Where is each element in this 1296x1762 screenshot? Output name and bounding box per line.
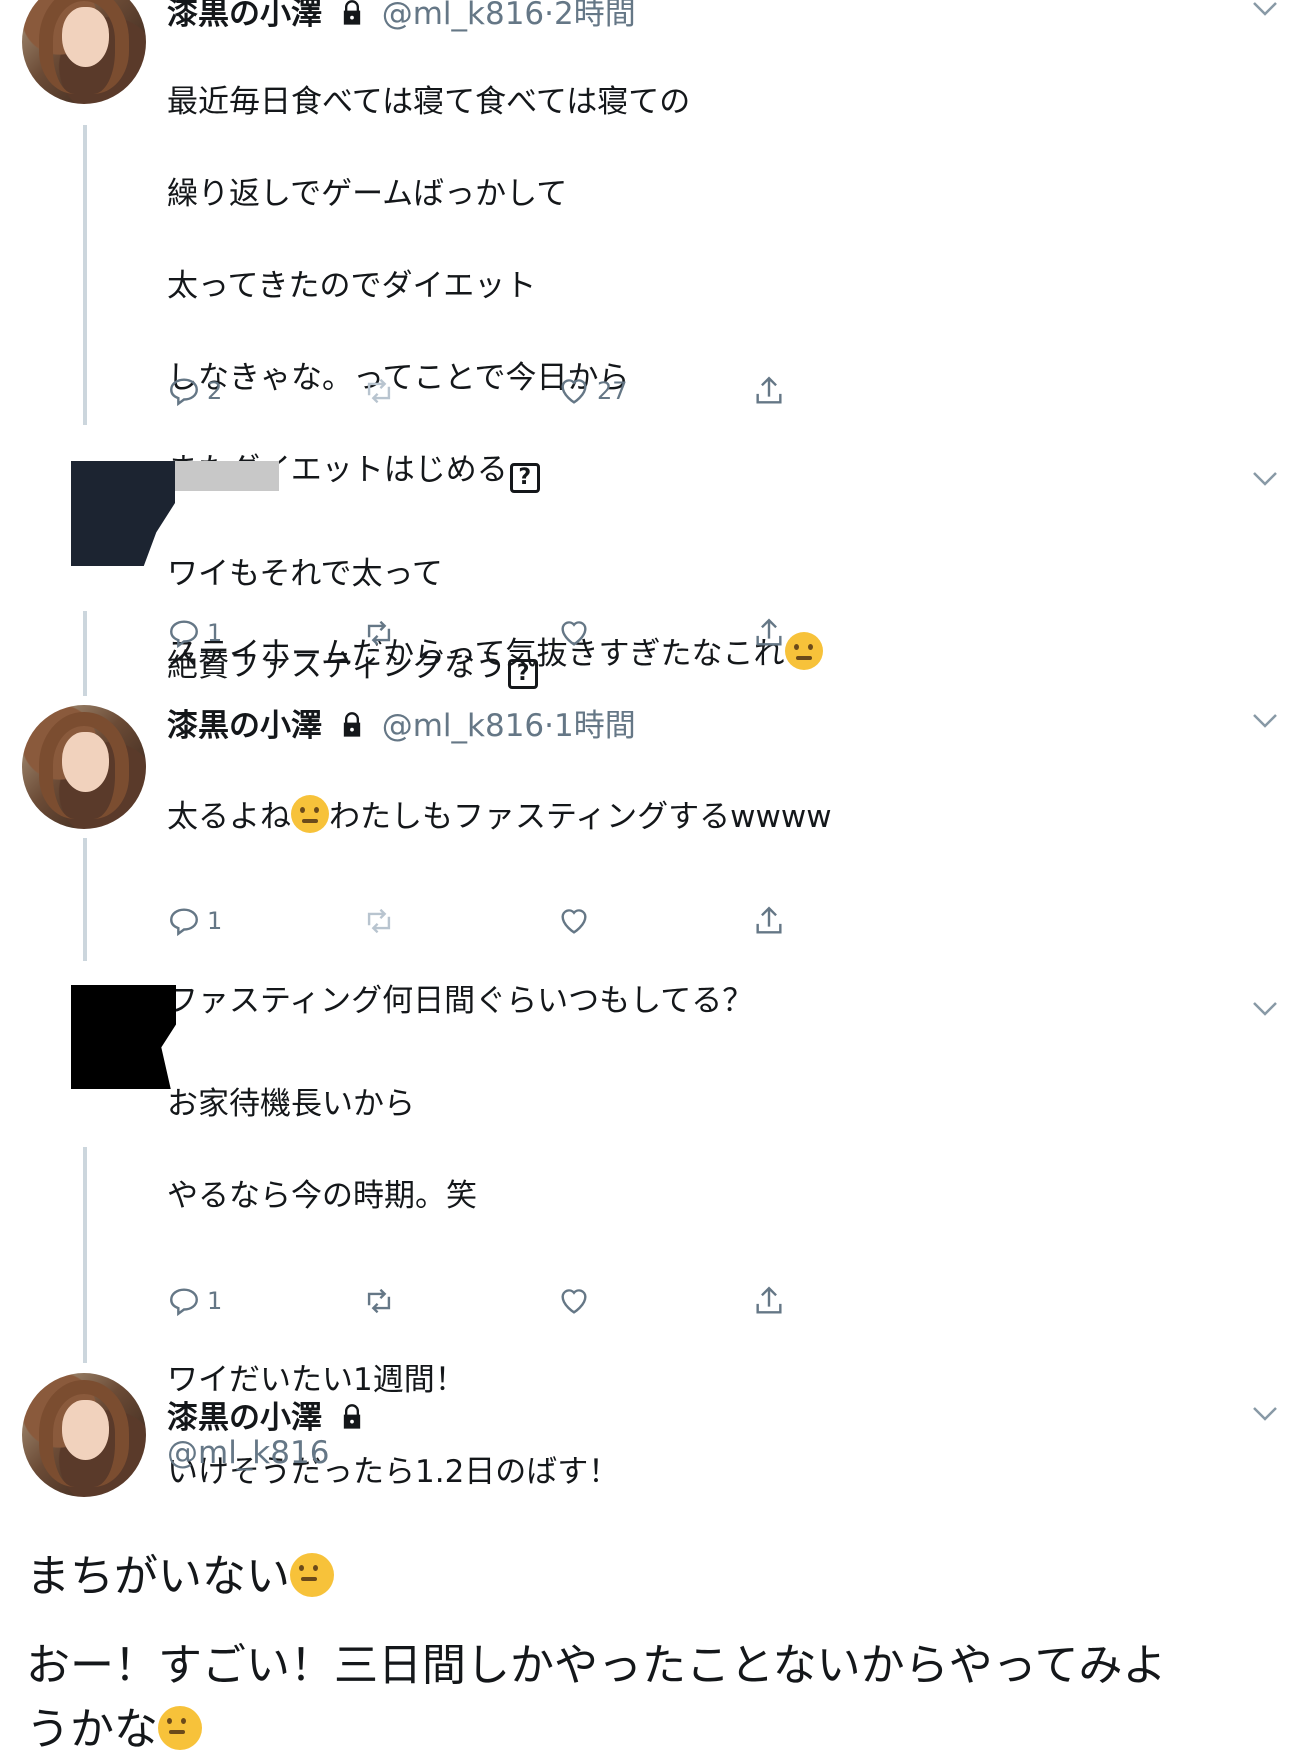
chevron-down-icon[interactable] bbox=[1252, 1000, 1278, 1018]
retweet-icon bbox=[367, 620, 391, 646]
retweet-button[interactable] bbox=[362, 613, 396, 653]
share-button[interactable] bbox=[752, 901, 786, 941]
retweet-icon bbox=[367, 378, 391, 404]
comment-line: うかな bbox=[26, 1704, 158, 1755]
reply-button[interactable]: 1 bbox=[167, 901, 222, 941]
tweet-actions: 2 27 bbox=[167, 371, 817, 411]
display-name[interactable]: 漆黒の小澤 bbox=[167, 708, 322, 744]
lock-icon bbox=[343, 1404, 361, 1429]
text-line: 太るよね bbox=[167, 799, 291, 835]
text-line: 最近毎日食べては寝て食べては寝ての bbox=[167, 84, 691, 120]
reply-button[interactable]: 2 bbox=[167, 371, 222, 411]
timestamp[interactable]: ·1時間 bbox=[544, 708, 636, 744]
like-button[interactable] bbox=[557, 901, 591, 941]
retweet-icon bbox=[367, 1288, 391, 1314]
chevron-down-icon[interactable] bbox=[1252, 470, 1278, 488]
heart-icon bbox=[561, 621, 587, 646]
text-line: わたしもファスティングするwwww bbox=[329, 799, 832, 835]
like-button[interactable]: 27 bbox=[557, 371, 628, 411]
user-handle[interactable]: @ml_k816 bbox=[382, 708, 544, 744]
chevron-down-icon[interactable] bbox=[1252, 1405, 1278, 1423]
user-handle[interactable]: @ml_k816 bbox=[167, 1435, 329, 1471]
share-icon bbox=[756, 618, 782, 646]
share-button[interactable] bbox=[752, 613, 786, 653]
chevron-down-icon[interactable] bbox=[1252, 712, 1278, 730]
tweet-header: 漆黒の小澤 bbox=[167, 1392, 372, 1437]
thread-line bbox=[83, 1147, 87, 1363]
tweet-actions: 1 bbox=[167, 613, 817, 653]
comment-line: まちがいない bbox=[26, 1551, 290, 1602]
thread-line bbox=[83, 838, 87, 961]
redacted-avatar bbox=[71, 985, 176, 1089]
thread-line bbox=[83, 611, 87, 696]
reply-count: 1 bbox=[207, 1287, 223, 1315]
avatar[interactable] bbox=[22, 705, 146, 829]
text-line: ファスティング何日間ぐらいつもしてる？ bbox=[167, 983, 754, 1019]
avatar[interactable] bbox=[22, 1373, 146, 1497]
timestamp[interactable]: ·2時間 bbox=[544, 0, 636, 32]
share-icon bbox=[756, 376, 782, 404]
text-line: 絶賛ファスティングなう bbox=[167, 648, 507, 684]
tweet-actions: 1 bbox=[167, 901, 817, 941]
like-count: 27 bbox=[597, 377, 628, 405]
redacted-avatar bbox=[71, 461, 175, 566]
share-icon bbox=[756, 1286, 782, 1314]
comment-text: おー！すごい！三日間しかやったことないからやってみよ うかな bbox=[26, 1634, 1276, 1762]
retweet-button[interactable] bbox=[362, 371, 396, 411]
share-button[interactable] bbox=[752, 371, 786, 411]
text-line: やるなら今の時期。笑 bbox=[167, 1178, 477, 1214]
reply-icon bbox=[170, 1288, 198, 1317]
crying-emoji-icon bbox=[290, 1553, 334, 1597]
reply-count: 1 bbox=[207, 619, 223, 647]
retweet-button[interactable] bbox=[362, 1281, 396, 1321]
heart-icon bbox=[561, 909, 587, 934]
avatar[interactable] bbox=[22, 0, 146, 104]
text-line: 繰り返しでゲームばっかして bbox=[167, 176, 568, 212]
reply-icon bbox=[170, 378, 198, 407]
reply-count: 1 bbox=[207, 907, 223, 935]
heart-icon bbox=[561, 1289, 587, 1314]
tweet-header: 漆黒の小澤 @ml_k816·2時間 bbox=[167, 0, 636, 33]
tweet-header: 漆黒の小澤 @ml_k816·1時間 bbox=[167, 700, 636, 745]
lock-icon bbox=[343, 0, 361, 25]
reply-button[interactable]: 1 bbox=[167, 1281, 222, 1321]
unknown-glyph-icon: ? bbox=[509, 463, 540, 493]
comment-text: まちがいない bbox=[26, 1545, 334, 1609]
retweet-icon bbox=[367, 908, 391, 934]
heart-icon bbox=[561, 379, 587, 404]
text-line: お家待機長いから bbox=[167, 1086, 415, 1122]
tweet-actions: 1 bbox=[167, 1281, 817, 1321]
like-button[interactable] bbox=[557, 613, 591, 653]
share-icon bbox=[756, 906, 782, 934]
reply-count: 2 bbox=[207, 377, 223, 405]
redacted-name bbox=[175, 461, 279, 491]
thinking-emoji-icon bbox=[158, 1706, 202, 1750]
lock-icon bbox=[343, 712, 361, 737]
like-button[interactable] bbox=[557, 1281, 591, 1321]
reply-icon bbox=[170, 620, 198, 649]
user-handle[interactable]: @ml_k816 bbox=[382, 0, 544, 32]
unknown-glyph-icon: ? bbox=[508, 659, 539, 689]
display-name[interactable]: 漆黒の小澤 bbox=[167, 0, 322, 32]
chevron-down-icon[interactable] bbox=[1252, 0, 1278, 18]
text-line: ワイもそれで太って bbox=[167, 556, 443, 592]
retweet-button[interactable] bbox=[362, 901, 396, 941]
display-name[interactable]: 漆黒の小澤 bbox=[167, 1400, 322, 1436]
thread-line bbox=[83, 125, 87, 425]
comment-line: おー！すごい！三日間しかやったことないからやってみよ bbox=[26, 1640, 1167, 1691]
tears-of-joy-emoji-icon bbox=[291, 795, 329, 833]
text-line: 太ってきたのでダイエット bbox=[167, 268, 537, 304]
reply-icon bbox=[170, 908, 198, 937]
reply-button[interactable]: 1 bbox=[167, 613, 222, 653]
share-button[interactable] bbox=[752, 1281, 786, 1321]
